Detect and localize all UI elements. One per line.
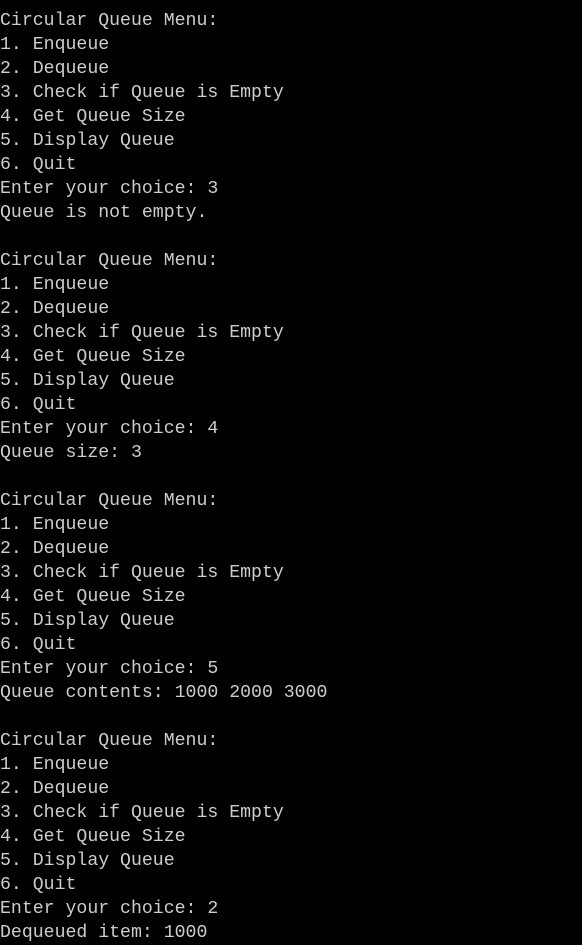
command-output: Queue is not empty. bbox=[0, 203, 208, 223]
menu-option-get-size: 4. Get Queue Size bbox=[0, 107, 186, 127]
menu-option-get-size: 4. Get Queue Size bbox=[0, 587, 186, 607]
menu-option-dequeue: 2. Dequeue bbox=[0, 779, 110, 799]
menu-title: Circular Queue Menu: bbox=[0, 11, 219, 31]
choice-prompt: Enter your choice: 3 bbox=[0, 179, 219, 199]
menu-option-display: 5. Display Queue bbox=[0, 611, 175, 631]
menu-option-get-size: 4. Get Queue Size bbox=[0, 347, 186, 367]
choice-prompt: Enter your choice: 2 bbox=[0, 899, 219, 919]
menu-option-enqueue: 1. Enqueue bbox=[0, 35, 110, 55]
menu-option-display: 5. Display Queue bbox=[0, 371, 175, 391]
menu-option-enqueue: 1. Enqueue bbox=[0, 755, 110, 775]
menu-option-quit: 6. Quit bbox=[0, 635, 77, 655]
menu-option-check-empty: 3. Check if Queue is Empty bbox=[0, 803, 284, 823]
menu-option-check-empty: 3. Check if Queue is Empty bbox=[0, 563, 284, 583]
menu-option-check-empty: 3. Check if Queue is Empty bbox=[0, 83, 284, 103]
menu-option-quit: 6. Quit bbox=[0, 155, 77, 175]
terminal-output[interactable]: Circular Queue Menu: 1. Enqueue 2. Deque… bbox=[0, 9, 582, 945]
menu-option-check-empty: 3. Check if Queue is Empty bbox=[0, 323, 284, 343]
menu-option-display: 5. Display Queue bbox=[0, 131, 175, 151]
menu-option-dequeue: 2. Dequeue bbox=[0, 539, 110, 559]
menu-option-quit: 6. Quit bbox=[0, 395, 77, 415]
choice-prompt: Enter your choice: 4 bbox=[0, 419, 219, 439]
menu-option-enqueue: 1. Enqueue bbox=[0, 515, 110, 535]
command-output: Queue size: 3 bbox=[0, 443, 142, 463]
choice-prompt: Enter your choice: 5 bbox=[0, 659, 219, 679]
menu-title: Circular Queue Menu: bbox=[0, 731, 219, 751]
menu-option-dequeue: 2. Dequeue bbox=[0, 59, 110, 79]
menu-title: Circular Queue Menu: bbox=[0, 251, 219, 271]
menu-option-enqueue: 1. Enqueue bbox=[0, 275, 110, 295]
menu-title: Circular Queue Menu: bbox=[0, 491, 219, 511]
command-output: Queue contents: 1000 2000 3000 bbox=[0, 683, 328, 703]
menu-option-display: 5. Display Queue bbox=[0, 851, 175, 871]
menu-option-quit: 6. Quit bbox=[0, 875, 77, 895]
command-output: Dequeued item: 1000 bbox=[0, 923, 208, 943]
menu-option-dequeue: 2. Dequeue bbox=[0, 299, 110, 319]
menu-option-get-size: 4. Get Queue Size bbox=[0, 827, 186, 847]
